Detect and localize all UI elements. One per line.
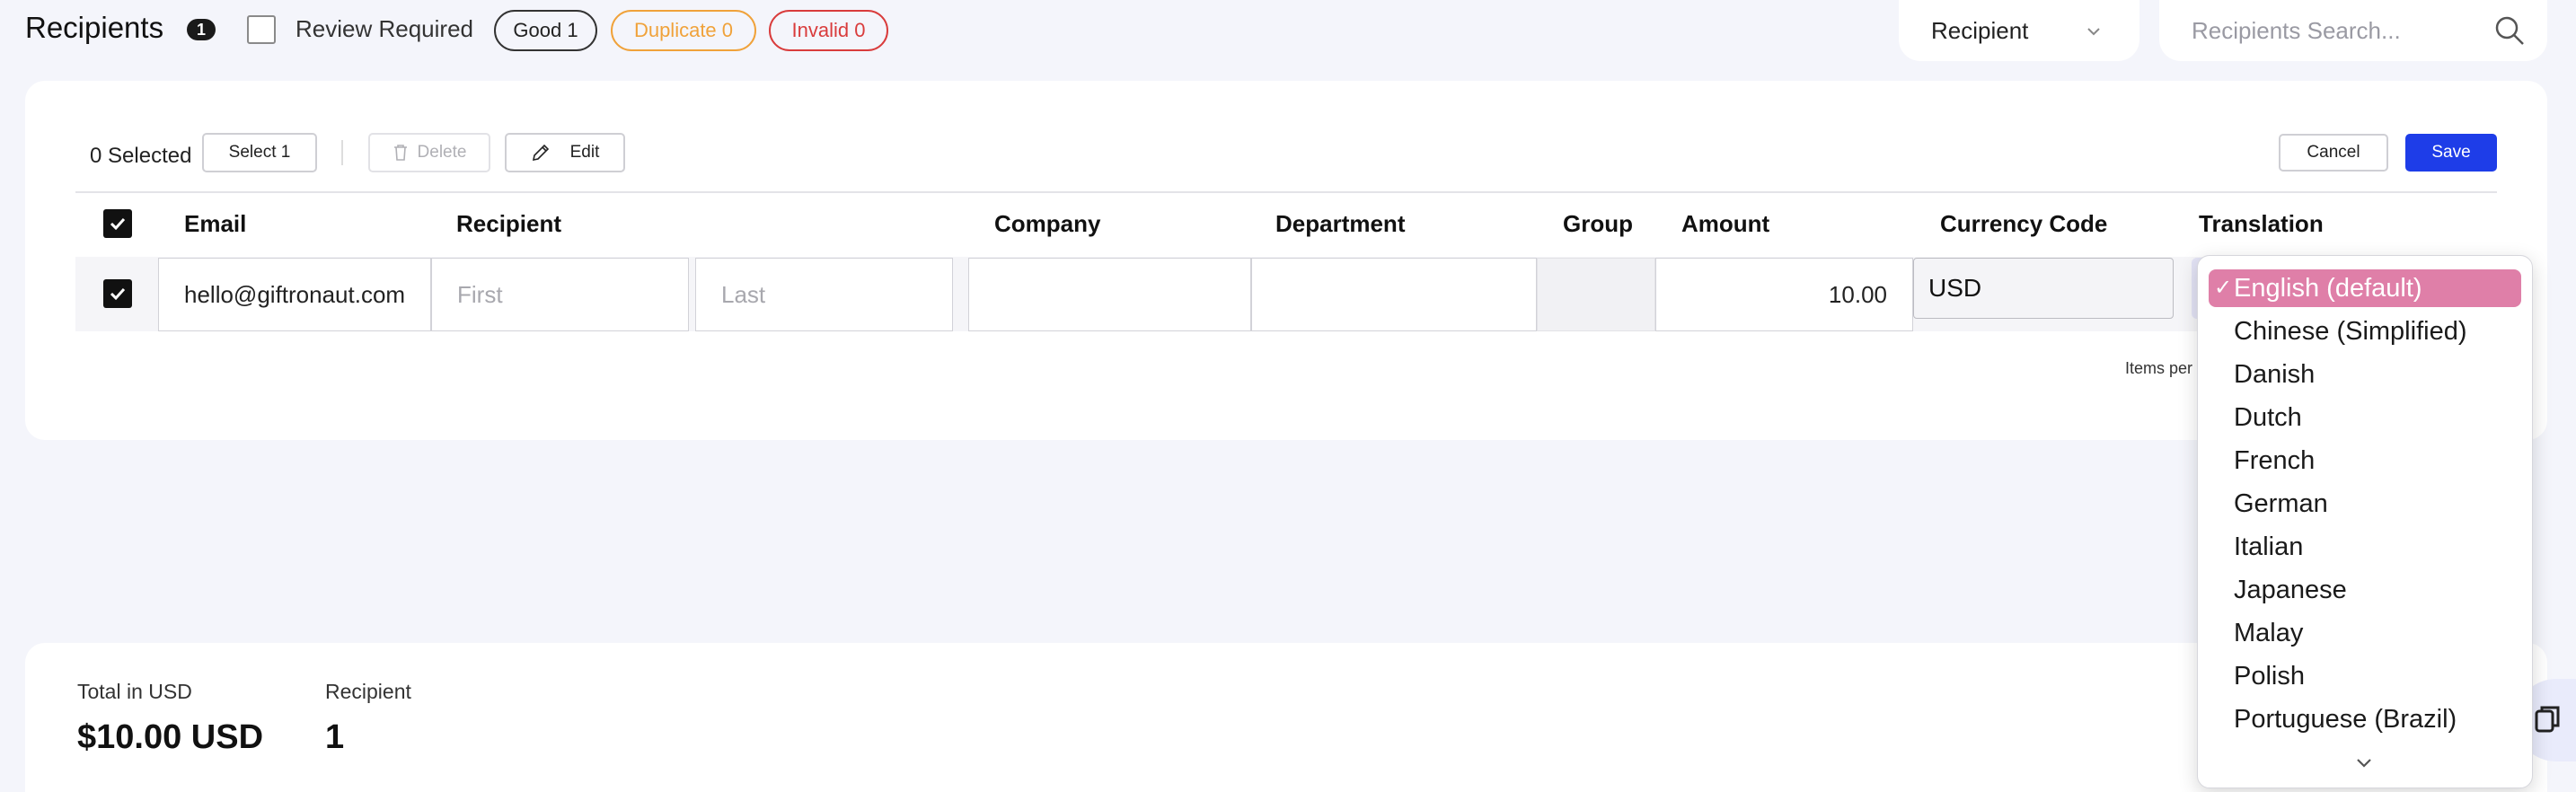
search-icon[interactable]	[2492, 13, 2527, 55]
delete-button[interactable]: Delete	[368, 133, 490, 172]
column-header-company[interactable]: Company	[994, 210, 1100, 238]
selected-count: 0 Selected	[90, 144, 192, 168]
row-checkbox[interactable]	[103, 279, 132, 308]
dropdown-option-french[interactable]: French	[2209, 442, 2521, 480]
amount-field[interactable]: 10.00	[1655, 258, 1913, 331]
column-header-department[interactable]: Department	[1275, 210, 1405, 238]
summary-card	[25, 643, 2547, 792]
column-header-group[interactable]: Group	[1563, 210, 1633, 238]
toolbar-divider	[341, 140, 343, 165]
recipient-count-badge: 1	[187, 19, 216, 40]
edit-button[interactable]: Edit	[505, 133, 625, 172]
translation-dropdown-menu: ✓ English (default) Chinese (Simplified)…	[2197, 255, 2533, 788]
dropdown-option-malay[interactable]: Malay	[2209, 614, 2521, 652]
check-icon: ✓	[2214, 276, 2233, 300]
select-all-checkbox[interactable]	[103, 209, 132, 238]
select-button[interactable]: Select 1	[202, 133, 317, 172]
recipient-total-value: 1	[325, 718, 345, 756]
scroll-down-chevron-icon[interactable]	[2351, 754, 2377, 777]
items-per-page-label: Items per	[2125, 359, 2193, 377]
total-value: $10.00 USD	[77, 718, 264, 756]
search-field-select-value: Recipient	[1931, 16, 2029, 44]
pencil-icon	[531, 143, 551, 163]
column-header-email[interactable]: Email	[184, 210, 246, 238]
review-required-checkbox[interactable]	[247, 15, 276, 44]
dropdown-option-danish[interactable]: Danish	[2209, 356, 2521, 393]
review-required-label[interactable]: Review Required	[296, 15, 473, 43]
last-name-field[interactable]: Last	[695, 258, 953, 331]
table-top-border	[75, 191, 2497, 193]
search-placeholder: Recipients Search...	[2192, 16, 2401, 44]
cancel-button[interactable]: Cancel	[2279, 134, 2388, 172]
column-header-amount[interactable]: Amount	[1681, 210, 1769, 238]
column-header-currency-code[interactable]: Currency Code	[1940, 210, 2107, 238]
dropdown-option-polish[interactable]: Polish	[2209, 657, 2521, 695]
trash-icon	[393, 144, 409, 162]
duplicate-filter-pill[interactable]: Duplicate 0	[611, 10, 756, 51]
good-filter-pill[interactable]: Good 1	[494, 10, 597, 51]
dropdown-option-german[interactable]: German	[2209, 485, 2521, 523]
dropdown-option-chinese[interactable]: Chinese (Simplified)	[2209, 312, 2521, 350]
search-input[interactable]: Recipients Search...	[2159, 0, 2547, 61]
total-label: Total in USD	[77, 680, 192, 703]
checkmark-icon	[110, 217, 126, 231]
column-header-recipient[interactable]: Recipient	[456, 210, 561, 238]
page-title: Recipients	[25, 11, 164, 44]
dropdown-option-portuguese-brazil[interactable]: Portuguese (Brazil)	[2209, 700, 2521, 738]
group-field	[1537, 258, 1655, 331]
dropdown-option-dutch[interactable]: Dutch	[2209, 399, 2521, 436]
chevron-down-icon	[2084, 20, 2104, 48]
first-name-field[interactable]: First	[431, 258, 689, 331]
checkmark-icon	[110, 287, 126, 301]
dropdown-option-japanese[interactable]: Japanese	[2209, 571, 2521, 609]
column-header-translation[interactable]: Translation	[2199, 210, 2324, 238]
email-field[interactable]: hello@giftronaut.com	[158, 258, 431, 331]
dropdown-option-english[interactable]: ✓ English (default)	[2209, 269, 2521, 307]
save-button[interactable]: Save	[2405, 134, 2497, 172]
currency-code-field[interactable]: USD	[1913, 258, 2174, 319]
search-field-select[interactable]: Recipient	[1899, 0, 2139, 61]
recipient-total-label: Recipient	[325, 680, 411, 703]
department-field[interactable]	[1251, 258, 1537, 331]
invalid-filter-pill[interactable]: Invalid 0	[769, 10, 888, 51]
company-field[interactable]	[968, 258, 1251, 331]
dropdown-option-italian[interactable]: Italian	[2209, 528, 2521, 566]
